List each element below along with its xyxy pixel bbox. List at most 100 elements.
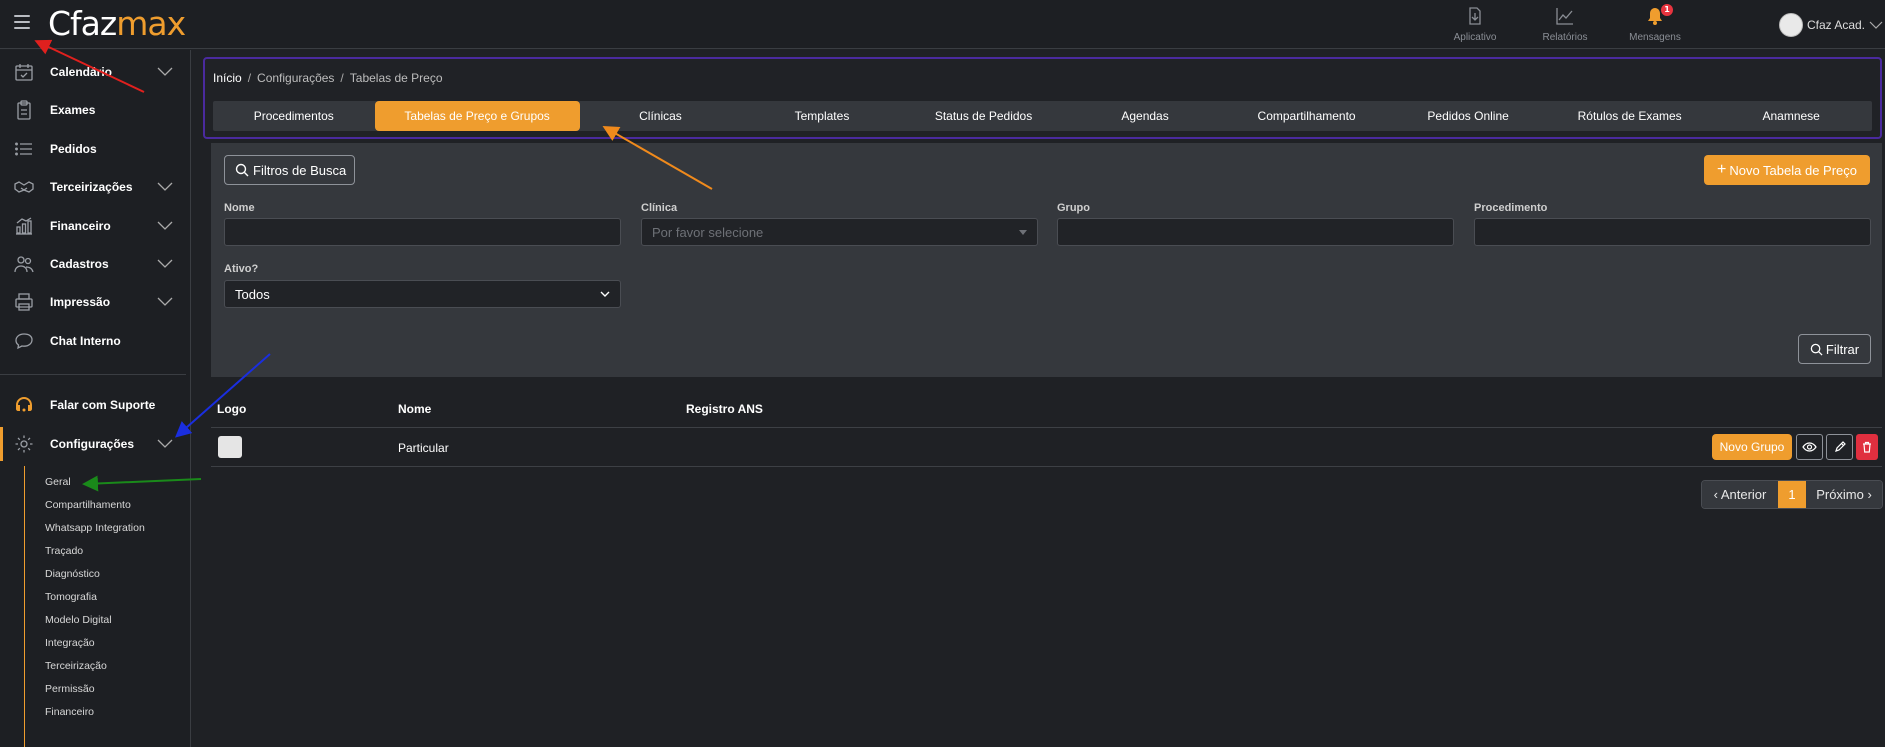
topnav-relatorios[interactable]: Relatórios: [1530, 6, 1600, 43]
chevron-down-icon: [1869, 21, 1883, 29]
column-header-nome: Nome: [398, 402, 432, 416]
search-icon: [235, 163, 249, 177]
sidebar-item-suporte[interactable]: Falar com Suporte: [0, 387, 190, 423]
sidebar-item-label: Impressão: [50, 295, 111, 309]
logo-thumbnail: [218, 436, 242, 458]
table-row: Particular Novo Grupo: [211, 429, 1882, 467]
grupo-input[interactable]: [1057, 218, 1454, 246]
sidebar-item-calendario[interactable]: Calendário: [0, 54, 190, 90]
breadcrumb-home[interactable]: Início: [213, 71, 242, 85]
edit-button[interactable]: [1826, 434, 1853, 460]
sidebar-item-cadastros[interactable]: Cadastros: [0, 246, 190, 282]
breadcrumb-current: Tabelas de Preço: [349, 71, 443, 85]
chevron-down-icon: [157, 297, 173, 306]
new-price-table-label: Novo Tabela de Preço: [1729, 162, 1858, 178]
header-card: Início / Configurações / Tabelas de Preço Pr…: [203, 57, 1882, 139]
ativo-value: Todos: [235, 286, 270, 302]
delete-button[interactable]: [1856, 434, 1878, 460]
submenu-item-integracao[interactable]: Integração: [45, 637, 95, 649]
view-button[interactable]: [1796, 434, 1823, 460]
submenu-item-tracado[interactable]: Traçado: [45, 545, 83, 557]
submenu-item-terceirizacao[interactable]: Terceirização: [45, 660, 107, 672]
sidebar-divider: [0, 374, 186, 375]
pagination-next[interactable]: Próximo ›: [1806, 481, 1882, 508]
procedimento-input[interactable]: [1474, 218, 1871, 246]
filter-toggle-button[interactable]: Filtros de Busca: [224, 155, 355, 185]
topnav-label: Aplicativo: [1453, 32, 1497, 43]
filter-toggle-label: Filtros de Busca: [253, 162, 347, 178]
sidebar-item-label: Falar com Suporte: [50, 398, 156, 412]
user-menu[interactable]: Cfaz Acad.: [1778, 13, 1885, 37]
tab-clinicas[interactable]: Clínicas: [580, 101, 742, 131]
pencil-icon: [1834, 441, 1846, 452]
submenu-item-diagnostico[interactable]: Diagnóstico: [45, 568, 100, 580]
app-logo[interactable]: Cfazmax: [48, 4, 186, 43]
submenu-item-compartilhamento[interactable]: Compartilhamento: [45, 499, 131, 511]
search-icon: [1810, 343, 1823, 356]
clipboard-icon: [17, 100, 31, 120]
tab-status-pedidos[interactable]: Status de Pedidos: [903, 101, 1065, 131]
row-nome: Particular: [398, 441, 449, 455]
sidebar-item-chat-interno[interactable]: Chat Interno: [0, 323, 190, 359]
sidebar-item-label: Cadastros: [50, 257, 109, 271]
filtrar-label: Filtrar: [1825, 341, 1860, 357]
hamburger-menu-icon[interactable]: [14, 15, 30, 31]
nome-input[interactable]: [224, 218, 621, 246]
submenu-item-permissao[interactable]: Permissão: [45, 683, 95, 695]
tab-pedidos-online[interactable]: Pedidos Online: [1387, 101, 1549, 131]
sidebar: Calendário Exames Pedidos Terceirizações…: [0, 50, 191, 747]
tab-rotulos-exames[interactable]: Rótulos de Exames: [1549, 101, 1711, 131]
sidebar-item-label: Calendário: [50, 65, 113, 79]
column-header-registro-ans: Registro ANS: [686, 402, 763, 416]
plus-icon: +: [1716, 161, 1727, 178]
tab-agendas[interactable]: Agendas: [1064, 101, 1226, 131]
submenu-item-geral[interactable]: Geral: [45, 476, 71, 488]
submenu-item-financeiro[interactable]: Financeiro: [45, 706, 94, 718]
trash-icon: [1863, 441, 1871, 453]
clinica-select[interactable]: Por favor selecione: [641, 218, 1038, 246]
sidebar-item-terceirizacoes[interactable]: Terceirizações: [0, 169, 190, 205]
sidebar-item-exames[interactable]: Exames: [0, 92, 190, 128]
notification-badge: 1: [1661, 4, 1673, 16]
ativo-select[interactable]: Todos: [224, 280, 621, 308]
submenu-item-whatsapp[interactable]: Whatsapp Integration: [45, 522, 145, 534]
sidebar-item-impressao[interactable]: Impressão: [0, 284, 190, 320]
tab-anamnese[interactable]: Anamnese: [1710, 101, 1872, 131]
chevron-down-icon: [157, 221, 173, 230]
new-price-table-button[interactable]: + Novo Tabela de Preço: [1704, 155, 1870, 185]
submenu-item-tomografia[interactable]: Tomografia: [45, 591, 97, 603]
download-icon: [1469, 7, 1481, 25]
tab-procedimentos[interactable]: Procedimentos: [213, 101, 375, 131]
grupo-label: Grupo: [1057, 202, 1090, 214]
filter-panel: Filtros de Busca + Novo Tabela de Preço N…: [211, 143, 1882, 377]
breadcrumb-separator: /: [340, 71, 344, 85]
breadcrumb-configuracoes[interactable]: Configurações: [257, 71, 334, 85]
sidebar-item-financeiro[interactable]: Financeiro: [0, 208, 190, 244]
tab-templates[interactable]: Templates: [741, 101, 903, 131]
topnav-mensagens[interactable]: 1 Mensagens: [1620, 4, 1690, 43]
pagination-page-1[interactable]: 1: [1778, 481, 1806, 508]
submenu-line: [24, 466, 25, 747]
printer-icon: [15, 293, 33, 311]
pagination-prev[interactable]: ‹ Anterior: [1702, 481, 1778, 508]
user-name: Cfaz Acad.: [1806, 18, 1865, 32]
chevron-down-icon: [157, 182, 173, 191]
filtrar-button[interactable]: Filtrar: [1798, 334, 1871, 364]
nome-label: Nome: [224, 202, 255, 214]
breadcrumb-separator: /: [247, 71, 252, 85]
avatar: [1778, 13, 1803, 37]
tab-tabelas-de-preco[interactable]: Tabelas de Preço e Grupos: [374, 101, 580, 131]
sidebar-item-label: Configurações: [50, 437, 135, 451]
sidebar-item-label: Exames: [50, 103, 96, 117]
logo-text-orange: max: [116, 4, 186, 43]
topnav-aplicativo[interactable]: Aplicativo: [1440, 6, 1510, 43]
chevron-down-icon: [157, 67, 173, 76]
submenu-item-modelo-digital[interactable]: Modelo Digital: [45, 614, 112, 626]
sidebar-item-configuracoes[interactable]: Configurações: [0, 426, 190, 462]
chevron-down-icon: [157, 439, 173, 448]
sidebar-item-label: Chat Interno: [50, 334, 121, 348]
tab-bar: Procedimentos Tabelas de Preço e Grupos …: [213, 101, 1872, 131]
tab-compartilhamento[interactable]: Compartilhamento: [1226, 101, 1388, 131]
novo-grupo-button[interactable]: Novo Grupo: [1712, 434, 1792, 460]
sidebar-item-pedidos[interactable]: Pedidos: [0, 131, 190, 167]
